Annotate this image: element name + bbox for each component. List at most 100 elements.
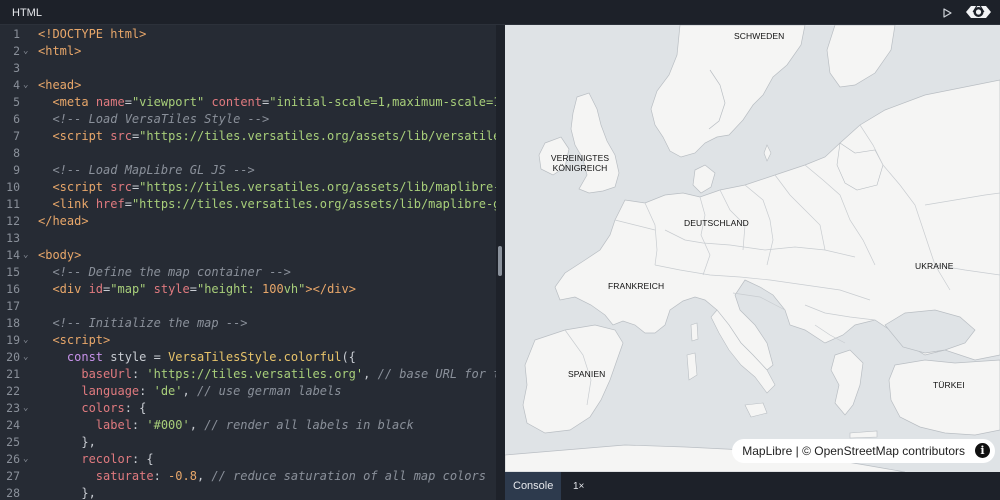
code-text: <head> [38, 77, 81, 94]
line-number: 9 [13, 163, 20, 177]
fold-chevron-icon[interactable]: ⌄ [23, 247, 28, 264]
code-line[interactable]: 28 }, [0, 485, 496, 500]
code-token: "viewport" [131, 95, 205, 109]
code-line[interactable]: 23 ⌄ colors: { [0, 400, 496, 417]
code-token: content [211, 95, 263, 109]
code-line[interactable]: 2 ⌄ <html> [0, 43, 496, 60]
code-text: <link href="https://tiles.versatiles.org… [38, 196, 496, 213]
code-token: "map" [110, 282, 147, 296]
code-text: label: '#000', // render all labels in b… [38, 417, 414, 434]
code-line[interactable]: 9 <!-- Load MapLibre GL JS --> [0, 162, 496, 179]
code-line[interactable]: 8 [0, 145, 496, 162]
code-text: <!-- Initialize the map --> [38, 315, 248, 332]
code-line[interactable]: 7 <script src="https://tiles.versatiles.… [0, 128, 496, 145]
maplibre-link[interactable]: MapLibre [742, 444, 792, 458]
line-number: 18 [6, 316, 20, 330]
code-line[interactable]: 14 ⌄ <body> [0, 247, 496, 264]
code-line[interactable]: 18 <!-- Initialize the map --> [0, 315, 496, 332]
code-token: "https://tiles.versatiles.org/assets/lib… [131, 197, 496, 211]
fold-chevron-icon[interactable]: ⌄ [23, 400, 28, 417]
code-line[interactable]: 27 saturate: -0.8, // reduce saturation … [0, 468, 496, 485]
code-token: "height: [196, 282, 263, 296]
osm-link[interactable]: OpenStreetMap [814, 444, 899, 458]
line-number: 2 [13, 44, 20, 58]
code-token: label [95, 418, 132, 432]
fold-chevron-icon[interactable]: ⌄ [23, 451, 28, 468]
code-token: vh" [283, 282, 306, 296]
code-line[interactable]: 5 <meta name="viewport" content="initial… [0, 94, 496, 111]
code-line[interactable]: 1 <!DOCTYPE html> [0, 26, 496, 43]
code-line[interactable]: 17 [0, 298, 496, 315]
line-number: 23 [6, 401, 20, 415]
code-text: <script> [38, 332, 110, 349]
line-number: 15 [6, 265, 20, 279]
code-token: "https://tiles.versatiles.org/assets/lib… [139, 129, 496, 143]
line-number: 26 [6, 452, 20, 466]
code-token: colors [81, 401, 125, 415]
code-editor[interactable]: 1 <!DOCTYPE html> 2 ⌄ <html> 3 4 ⌄ <head> 5 <meta… [0, 25, 496, 500]
code-line[interactable]: 22 language: 'de', // use german labels [0, 383, 496, 400]
map-label-tuerkei: TÜRKEI [933, 380, 965, 390]
code-token: : { [131, 452, 154, 466]
fold-chevron-icon[interactable]: ⌄ [23, 77, 28, 94]
code-line[interactable]: 19 ⌄ <script> [0, 332, 496, 349]
code-line[interactable]: 11 <link href="https://tiles.versatiles.… [0, 196, 496, 213]
line-number: 25 [6, 435, 20, 449]
pane-splitter[interactable] [496, 25, 505, 500]
code-token: const [66, 350, 111, 364]
map-label-uk-line2: KÖNIGREICH [552, 163, 608, 173]
code-token: language [81, 384, 140, 398]
code-token: <!-- Load VersaTiles Style --> [52, 112, 270, 126]
code-token: <!-- Initialize the map --> [52, 316, 248, 330]
info-icon[interactable]: i [975, 443, 990, 458]
eye-logo-icon[interactable] [965, 1, 992, 23]
fold-chevron-icon[interactable]: ⌄ [23, 43, 28, 60]
code-token: -0.8 [168, 469, 197, 483]
code-token: , [196, 469, 212, 483]
code-line[interactable]: 10 <script src="https://tiles.versatiles… [0, 179, 496, 196]
map-label-uk: VEREINIGTES KÖNIGREICH [550, 153, 610, 173]
console-count: 1× [573, 481, 585, 492]
code-token: <meta [52, 95, 96, 109]
code-line[interactable]: 16 <div id="map" style="height: 100vh"><… [0, 281, 496, 298]
code-line[interactable]: 3 [0, 60, 496, 77]
code-text: baseUrl: 'https://tiles.versatiles.org',… [38, 366, 496, 383]
line-number: 1 [13, 27, 20, 41]
code-token: href [95, 197, 125, 211]
code-token: '#000' [146, 418, 190, 432]
map-label-frankreich: FRANKREICH [608, 281, 665, 291]
code-line[interactable]: 12 </head> [0, 213, 496, 230]
splitter-handle[interactable] [498, 246, 502, 276]
code-line[interactable]: 26 ⌄ recolor: { [0, 451, 496, 468]
map-label-deutschland: DEUTSCHLAND [684, 218, 749, 228]
code-text: <script src="https://tiles.versatiles.or… [38, 128, 496, 145]
code-token: <link [52, 197, 96, 211]
fold-chevron-icon[interactable]: ⌄ [23, 332, 28, 349]
code-text: <!-- Load MapLibre GL JS --> [38, 162, 254, 179]
code-line[interactable]: 21 baseUrl: 'https://tiles.versatiles.or… [0, 366, 496, 383]
code-line[interactable]: 13 [0, 230, 496, 247]
play-icon[interactable] [941, 7, 953, 19]
code-line[interactable]: 6 <!-- Load VersaTiles Style --> [0, 111, 496, 128]
code-token: <body> [38, 248, 82, 262]
fold-chevron-icon[interactable]: ⌄ [23, 349, 28, 366]
code-text: }, [38, 485, 95, 500]
code-line[interactable]: 15 <!-- Define the map container --> [0, 264, 496, 281]
code-line[interactable]: 25 }, [0, 434, 496, 451]
line-number: 14 [6, 248, 20, 262]
code-line[interactable]: 24 label: '#000', // render all labels i… [0, 417, 496, 434]
line-number: 16 [6, 282, 20, 296]
console-tab[interactable]: Console [505, 472, 562, 500]
code-text: <html> [38, 43, 81, 60]
map-preview[interactable]: SCHWEDEN VEREINIGTES KÖNIGREICH DEUTSCHL… [505, 25, 1000, 472]
code-line[interactable]: 20 ⌄ const style = VersaTilesStyle.colorf… [0, 349, 496, 366]
map-canvas [505, 25, 1000, 472]
code-line[interactable]: 4 ⌄ <head> [0, 77, 496, 94]
tab-html[interactable]: HTML [0, 0, 54, 25]
